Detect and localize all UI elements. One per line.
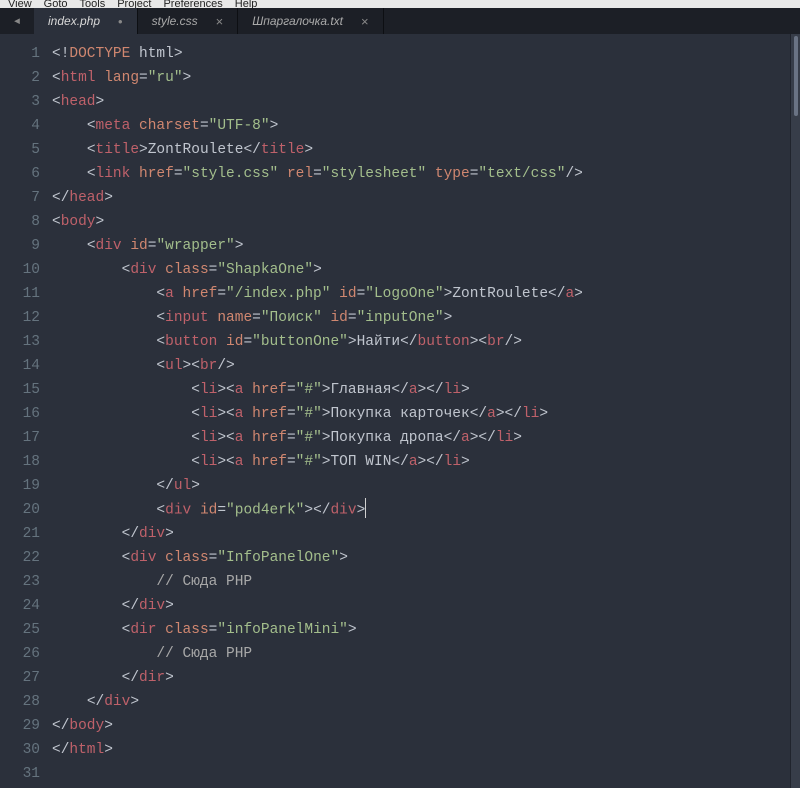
line-number: 6 bbox=[0, 162, 40, 186]
code-line[interactable]: <div id="pod4erk"></div> bbox=[52, 498, 790, 522]
tab-label: style.css bbox=[152, 14, 198, 28]
line-number: 30 bbox=[0, 738, 40, 762]
line-number: 25 bbox=[0, 618, 40, 642]
code-line[interactable]: <li><a href="#">Покупка дропа</a></li> bbox=[52, 426, 790, 450]
menu-item[interactable]: Preferences bbox=[163, 0, 222, 8]
line-number: 5 bbox=[0, 138, 40, 162]
line-number: 12 bbox=[0, 306, 40, 330]
line-number: 26 bbox=[0, 642, 40, 666]
code-line[interactable]: <link href="style.css" rel="stylesheet" … bbox=[52, 162, 790, 186]
line-number: 2 bbox=[0, 66, 40, 90]
code-line[interactable]: <input name="Поиск" id="inputOne"> bbox=[52, 306, 790, 330]
code-line[interactable]: <li><a href="#">ТОП WIN</a></li> bbox=[52, 450, 790, 474]
line-number: 27 bbox=[0, 666, 40, 690]
code-line[interactable]: <div class="ShapkaOne"> bbox=[52, 258, 790, 282]
text-cursor bbox=[365, 498, 366, 518]
code-line[interactable] bbox=[52, 762, 790, 786]
tab-bar: ◂ index.php • style.css × Шпаргалочка.txt × bbox=[0, 8, 800, 34]
menu-item[interactable]: View bbox=[8, 0, 32, 8]
tab-style-css[interactable]: style.css × bbox=[138, 8, 239, 34]
line-number: 10 bbox=[0, 258, 40, 282]
code-line[interactable]: <head> bbox=[52, 90, 790, 114]
line-number: 13 bbox=[0, 330, 40, 354]
code-line[interactable]: <ul><br/> bbox=[52, 354, 790, 378]
code-line[interactable]: <div id="wrapper"> bbox=[52, 234, 790, 258]
line-number: 7 bbox=[0, 186, 40, 210]
menu-item[interactable]: Goto bbox=[44, 0, 68, 8]
line-number-gutter: 1234567891011121314151617181920212223242… bbox=[0, 34, 52, 788]
code-line[interactable]: // Сюда PHP bbox=[52, 642, 790, 666]
code-line[interactable]: </head> bbox=[52, 186, 790, 210]
modified-dot-icon: • bbox=[118, 14, 123, 29]
code-line[interactable]: <button id="buttonOne">Найти</button><br… bbox=[52, 330, 790, 354]
line-number: 11 bbox=[0, 282, 40, 306]
code-line[interactable]: </dir> bbox=[52, 666, 790, 690]
line-number: 16 bbox=[0, 402, 40, 426]
tab-label: Шпаргалочка.txt bbox=[252, 14, 343, 28]
line-number: 31 bbox=[0, 762, 40, 786]
menubar[interactable]: View Goto Tools Project Preferences Help bbox=[0, 0, 800, 8]
code-line[interactable]: </html> bbox=[52, 738, 790, 762]
line-number: 21 bbox=[0, 522, 40, 546]
close-icon[interactable]: × bbox=[216, 14, 224, 29]
code-line[interactable]: <meta charset="UTF-8"> bbox=[52, 114, 790, 138]
minimap-scrollbar[interactable] bbox=[790, 34, 800, 788]
code-line[interactable]: </body> bbox=[52, 714, 790, 738]
minimap-thumb[interactable] bbox=[794, 36, 798, 116]
code-line[interactable]: // Сюда PHP bbox=[52, 570, 790, 594]
tab-index-php[interactable]: index.php • bbox=[34, 8, 138, 34]
code-line[interactable]: <dir class="infoPanelMini"> bbox=[52, 618, 790, 642]
code-line[interactable]: </div> bbox=[52, 522, 790, 546]
code-line[interactable]: <a href="/index.php" id="LogoOne">ZontRo… bbox=[52, 282, 790, 306]
line-number: 22 bbox=[0, 546, 40, 570]
code-line[interactable]: <html lang="ru"> bbox=[52, 66, 790, 90]
line-number: 9 bbox=[0, 234, 40, 258]
code-line[interactable]: <body> bbox=[52, 210, 790, 234]
line-number: 8 bbox=[0, 210, 40, 234]
menu-item[interactable]: Project bbox=[117, 0, 151, 8]
code-line[interactable]: <li><a href="#">Главная</a></li> bbox=[52, 378, 790, 402]
line-number: 4 bbox=[0, 114, 40, 138]
line-number: 20 bbox=[0, 498, 40, 522]
line-number: 28 bbox=[0, 690, 40, 714]
menu-item[interactable]: Help bbox=[235, 0, 258, 8]
tab--txt[interactable]: Шпаргалочка.txt × bbox=[238, 8, 383, 34]
code-area[interactable]: <!DOCTYPE html><html lang="ru"><head> <m… bbox=[52, 34, 790, 788]
line-number: 18 bbox=[0, 450, 40, 474]
code-line[interactable]: </div> bbox=[52, 594, 790, 618]
code-line[interactable]: </div> bbox=[52, 690, 790, 714]
close-icon[interactable]: × bbox=[361, 14, 369, 29]
menu-item[interactable]: Tools bbox=[80, 0, 106, 8]
line-number: 23 bbox=[0, 570, 40, 594]
line-number: 15 bbox=[0, 378, 40, 402]
tab-dropdown-icon[interactable]: ◂ bbox=[0, 8, 34, 34]
code-line[interactable]: <title>ZontRoulete</title> bbox=[52, 138, 790, 162]
line-number: 3 bbox=[0, 90, 40, 114]
line-number: 14 bbox=[0, 354, 40, 378]
tab-label: index.php bbox=[48, 14, 100, 28]
line-number: 29 bbox=[0, 714, 40, 738]
code-line[interactable]: <div class="InfoPanelOne"> bbox=[52, 546, 790, 570]
code-line[interactable]: <li><a href="#">Покупка карточек</a></li… bbox=[52, 402, 790, 426]
line-number: 24 bbox=[0, 594, 40, 618]
line-number: 1 bbox=[0, 42, 40, 66]
code-line[interactable]: </ul> bbox=[52, 474, 790, 498]
code-editor[interactable]: 1234567891011121314151617181920212223242… bbox=[0, 34, 800, 788]
line-number: 19 bbox=[0, 474, 40, 498]
line-number: 17 bbox=[0, 426, 40, 450]
code-line[interactable]: <!DOCTYPE html> bbox=[52, 42, 790, 66]
